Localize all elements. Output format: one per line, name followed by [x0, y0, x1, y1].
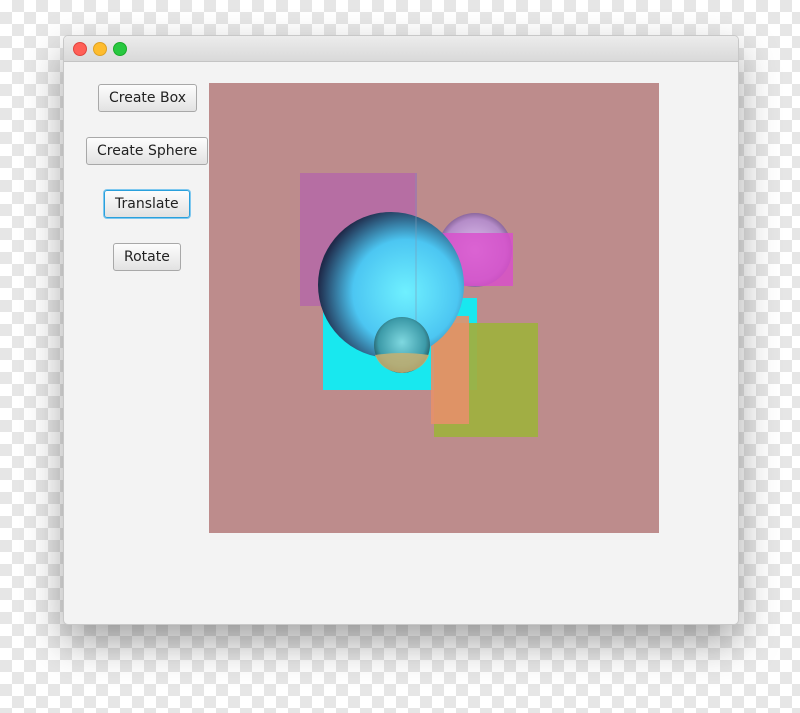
- rotate-button[interactable]: Rotate: [113, 243, 181, 271]
- scene-svg: [209, 83, 659, 533]
- translate-button[interactable]: Translate: [104, 190, 190, 218]
- minimize-window-button[interactable]: [93, 42, 107, 56]
- create-box-button[interactable]: Create Box: [98, 84, 197, 112]
- scene-viewport[interactable]: [209, 83, 659, 533]
- app-window: Create Box Create Sphere Translate Rotat…: [63, 35, 739, 625]
- zoom-window-button[interactable]: [113, 42, 127, 56]
- create-sphere-button[interactable]: Create Sphere: [86, 137, 209, 165]
- close-window-button[interactable]: [73, 42, 87, 56]
- title-bar[interactable]: [64, 36, 738, 62]
